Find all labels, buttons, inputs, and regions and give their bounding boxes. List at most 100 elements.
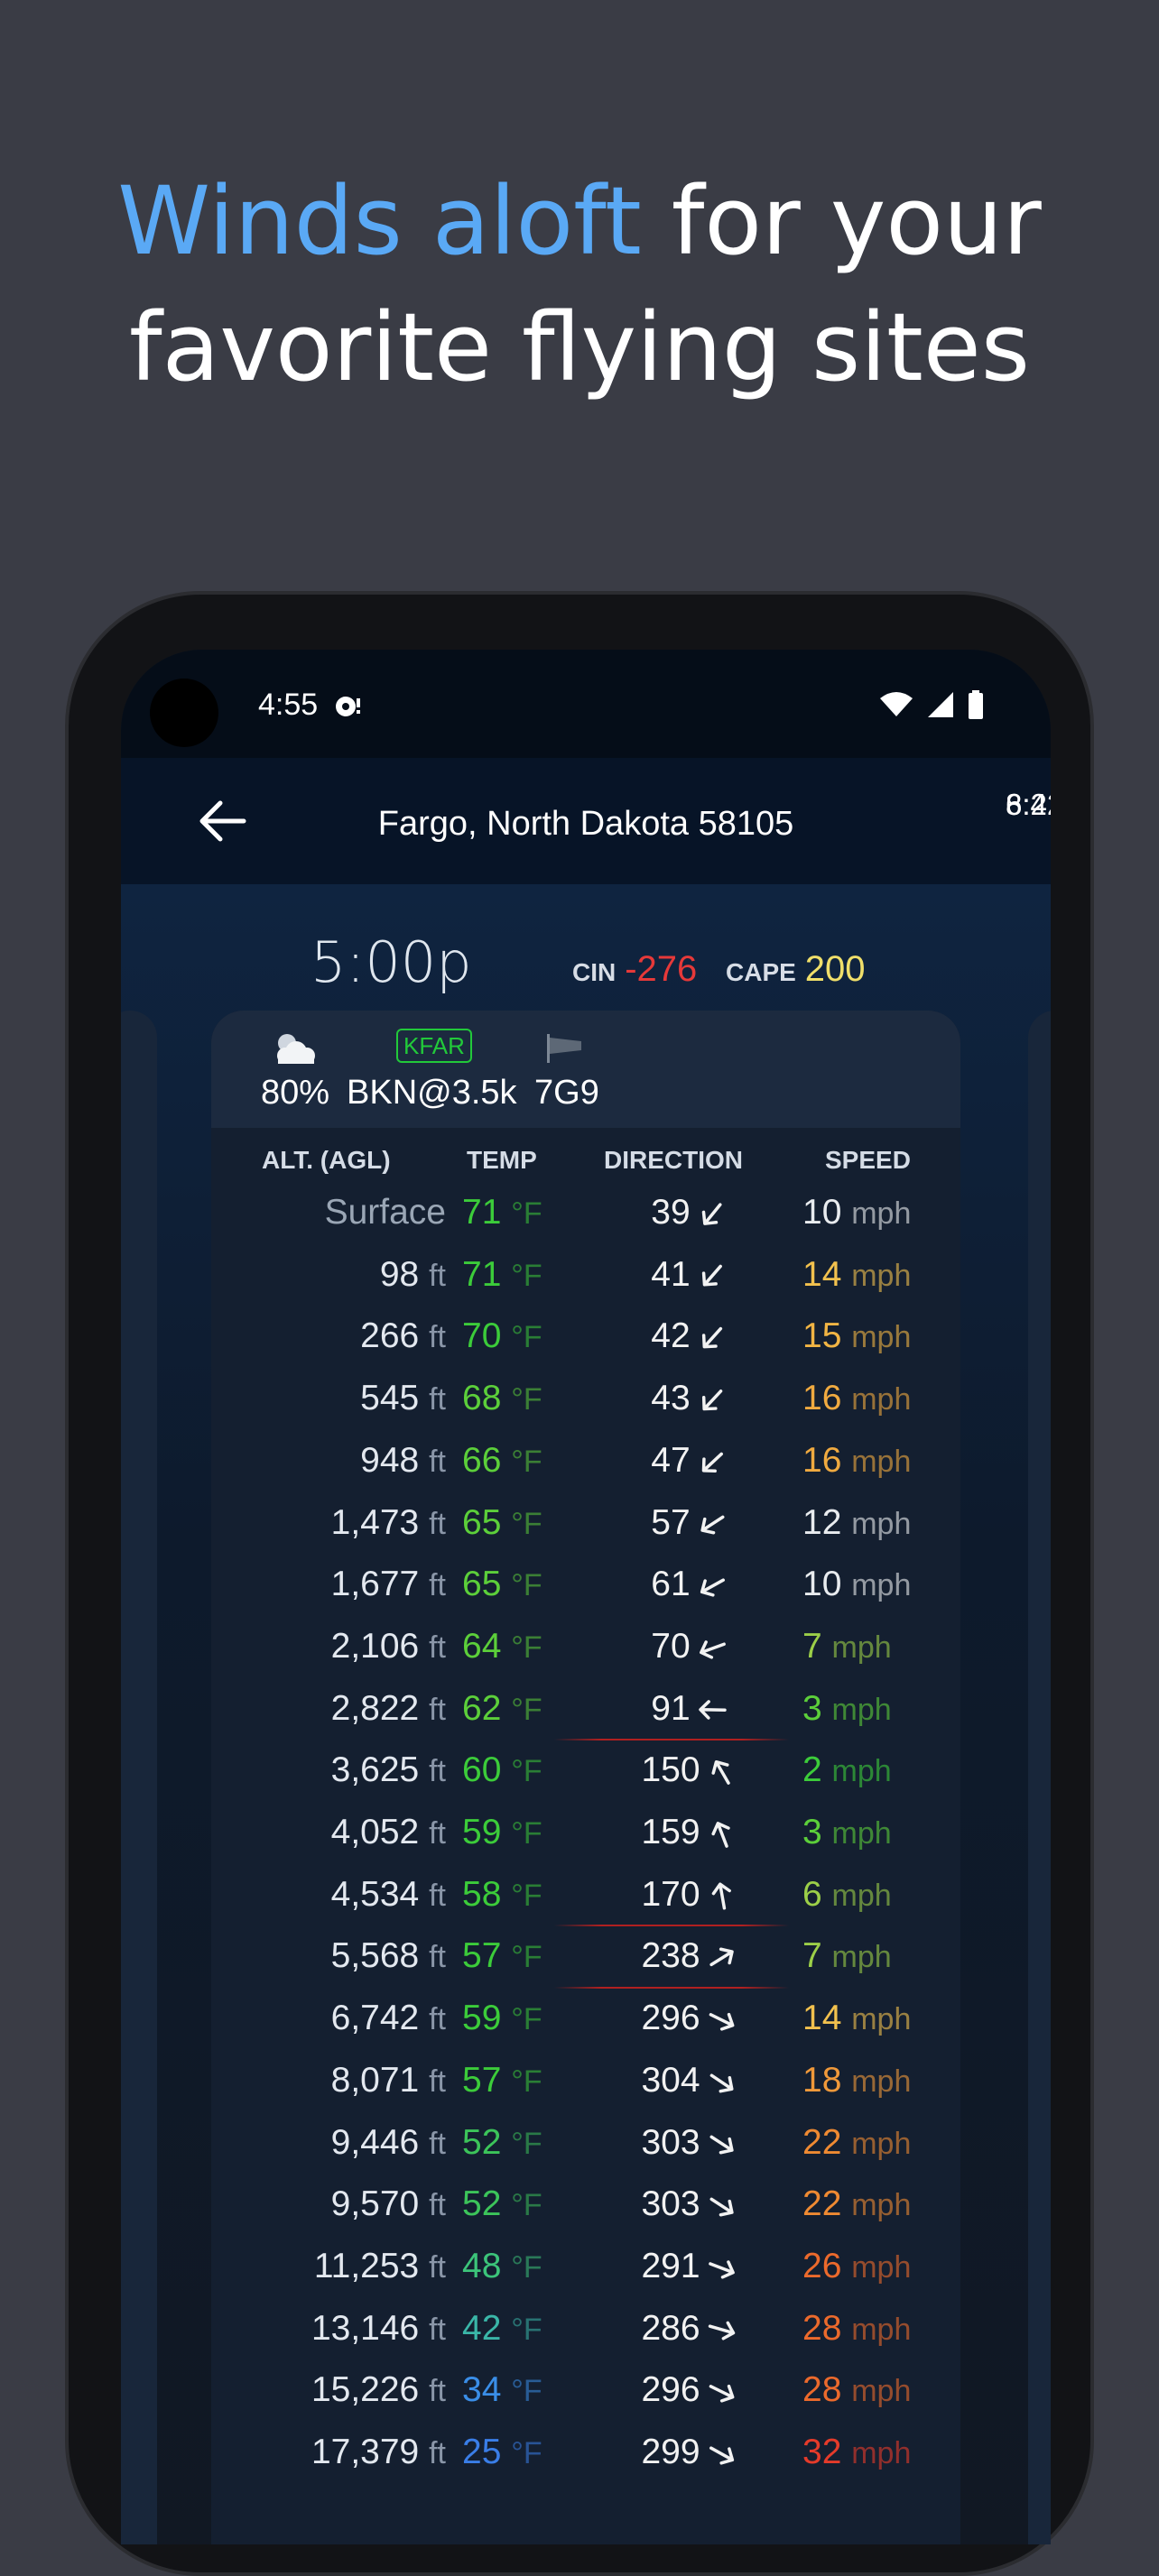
temp-cell: 58 °F (462, 1864, 542, 1926)
temp-unit: °F (511, 1382, 542, 1417)
status-bar: 4:55 (121, 650, 1051, 758)
wind-arrow-icon (701, 1265, 722, 1287)
direction-cell: 39 (608, 1182, 771, 1243)
speed-unit: mph (831, 1940, 892, 1975)
temp-cell: 62 °F (462, 1678, 542, 1740)
direction-value: 303 (641, 2122, 700, 2162)
temp-value: 65 (462, 1502, 502, 1542)
speed-value: 18 (802, 2060, 842, 2100)
camera-cutout (150, 679, 218, 747)
speed-value: 3 (802, 1688, 822, 1728)
cin-label: CIN (572, 958, 617, 986)
wind-arrow-icon (698, 1700, 727, 1720)
table-row: 15,226 ft 34 °F 296 28 mph (211, 2359, 960, 2421)
temp-cell: 68 °F (462, 1368, 542, 1430)
wind-arrow-icon (709, 2073, 734, 2092)
direction-value: 57 (651, 1502, 691, 1542)
alt-value: 4,534 (330, 1874, 420, 1914)
alt-unit: ft (429, 1692, 446, 1727)
altitude-cell: 266 ft (211, 1306, 446, 1368)
alt-value: 1,473 (330, 1502, 420, 1542)
temp-unit: °F (511, 1568, 542, 1603)
speed-value: 14 (802, 1254, 842, 1294)
temp-value: 34 (462, 2370, 502, 2410)
speed-value: 10 (802, 1565, 842, 1604)
speed-cell: 15 mph (802, 1306, 911, 1368)
speed-value: 2 (802, 1750, 822, 1790)
altitude-cell: 17,379 ft (211, 2422, 446, 2484)
alt-value: Surface (324, 1193, 446, 1232)
alt-unit: ft (429, 1816, 446, 1851)
direction-cell: 296 (608, 2359, 771, 2421)
direction-value: 296 (641, 1999, 700, 2038)
speed-value: 28 (802, 2370, 842, 2410)
previous-hour-card[interactable] (121, 1011, 157, 2544)
cloud-icon (277, 1034, 315, 1064)
temp-cell: 42 °F (462, 2298, 542, 2360)
temp-cell: 57 °F (462, 2050, 542, 2112)
forecast-content[interactable]: 5:00p CIN -276 CAPE 200 80% KFAR BKN@3.5k … (121, 884, 1051, 2544)
speed-cell: 26 mph (802, 2236, 911, 2298)
direction-cell: 41 (608, 1244, 771, 1306)
alt-value: 266 (360, 1316, 420, 1356)
direction-cell: 304 (608, 2050, 771, 2111)
speed-value: 22 (802, 2184, 842, 2224)
temp-unit: °F (511, 1196, 542, 1231)
speed-cell: 14 mph (802, 1244, 911, 1306)
headline-rest: for your (641, 166, 1042, 276)
speed-cell: 22 mph (802, 2112, 911, 2174)
alt-unit: ft (429, 2188, 446, 2223)
temp-value: 59 (462, 1999, 502, 2038)
altitude-cell: 9,570 ft (211, 2174, 446, 2236)
table-row: 1,473 ft 65 °F 57 12 mph (211, 1492, 960, 1554)
wind-arrow-icon (700, 1578, 725, 1597)
temp-value: 66 (462, 1440, 502, 1480)
cape-value: CAPE 200 (726, 949, 866, 990)
header-direction: DIRECTION (604, 1146, 743, 1174)
altitude-cell: 11,253 ft (211, 2236, 446, 2298)
direction-cell: 170 (608, 1864, 771, 1925)
temp-value: 64 (462, 1626, 502, 1666)
speed-unit: mph (851, 1444, 912, 1479)
alt-unit: ft (429, 1630, 446, 1665)
wind-arrow-icon (710, 1821, 730, 1848)
direction-value: 47 (651, 1440, 691, 1480)
table-row: 6,742 ft 59 °F 296 14 mph (211, 1988, 960, 2049)
alt-value: 6,742 (330, 1999, 420, 2038)
alt-value: 1,677 (330, 1565, 420, 1604)
direction-value: 43 (651, 1379, 691, 1418)
speed-cell: 3 mph (802, 1802, 892, 1864)
temp-unit: °F (511, 1754, 542, 1789)
direction-cell: 61 (608, 1554, 771, 1615)
alt-unit: ft (429, 2249, 446, 2285)
alt-unit: ft (429, 1444, 446, 1479)
direction-cell: 303 (608, 2174, 771, 2235)
table-row: 9,570 ft 52 °F 303 22 mph (211, 2174, 960, 2235)
speed-cell: 14 mph (802, 1988, 911, 2050)
temp-unit: °F (511, 2064, 542, 2099)
status-time: 4:55 (258, 688, 319, 722)
altitude-cell: 2,822 ft (211, 1678, 446, 1740)
temp-cell: 64 °F (462, 1616, 542, 1678)
alt-unit: ft (429, 2436, 446, 2470)
speed-value: 10 (802, 1193, 842, 1232)
altitude-cell: 8,071 ft (211, 2050, 446, 2112)
speed-unit: mph (851, 2126, 912, 2161)
speed-value: 7 (802, 1626, 822, 1666)
next-hour-card[interactable] (1028, 1011, 1051, 2544)
station-badge[interactable]: KFAR (396, 1029, 472, 1063)
wind-arrow-icon (701, 1389, 722, 1411)
direction-cell: 159 (608, 1802, 771, 1863)
temp-cell: 34 °F (462, 2359, 542, 2422)
speed-unit: mph (831, 1692, 892, 1727)
forecast-card: 80% KFAR BKN@3.5k 7G9 ALT. (AGL) TEMP DI… (211, 1011, 960, 2544)
speed-unit: mph (851, 1568, 912, 1603)
cape-number: 200 (804, 949, 866, 989)
cloud-ceiling: BKN@3.5k (347, 1074, 517, 1112)
temp-unit: °F (511, 1816, 542, 1851)
signal-icon (928, 692, 953, 717)
temp-cell: 52 °F (462, 2174, 542, 2236)
wind-arrow-icon (708, 2259, 735, 2279)
direction-cell: 42 (608, 1306, 771, 1367)
table-row: 9,446 ft 52 °F 303 22 mph (211, 2112, 960, 2174)
